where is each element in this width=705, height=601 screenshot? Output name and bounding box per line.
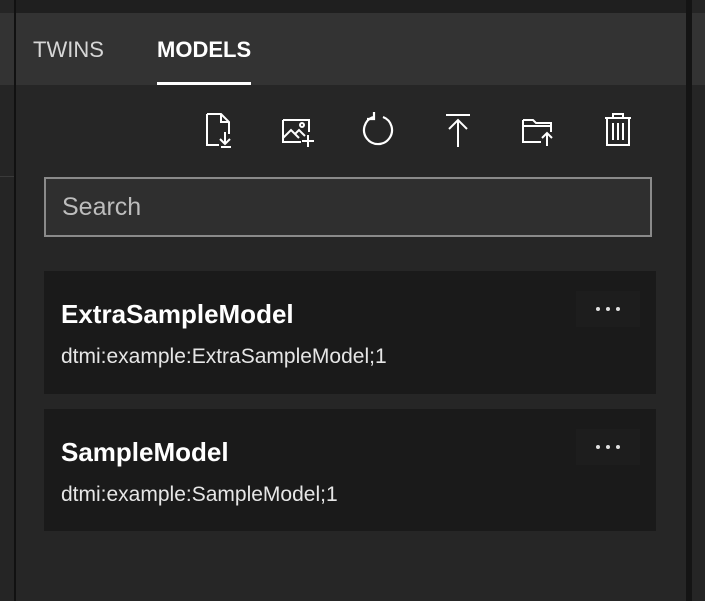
model-id: dtmi:example:ExtraSampleModel;1	[61, 345, 387, 368]
model-id: dtmi:example:SampleModel;1	[61, 483, 338, 506]
left-panel-tabbar	[0, 13, 14, 85]
model-name: ExtraSampleModel	[61, 299, 294, 329]
left-panel-divider	[0, 176, 14, 177]
tab-twins[interactable]: TWINS	[33, 13, 104, 85]
more-options-button[interactable]	[576, 429, 640, 465]
search-input[interactable]	[46, 179, 650, 235]
top-strip	[16, 0, 686, 13]
delete-all-button[interactable]	[596, 108, 640, 152]
delete-icon	[605, 113, 631, 146]
model-toolbar	[16, 108, 686, 152]
right-panel-tabbar	[692, 13, 705, 85]
tab-bar: TWINS MODELS	[16, 13, 686, 85]
upload-folder-button[interactable]	[516, 108, 560, 152]
left-side-panel	[0, 0, 14, 601]
right-side-panel	[692, 0, 705, 601]
import-image-button[interactable]	[276, 108, 320, 152]
import-model-button[interactable]	[196, 108, 240, 152]
model-panel: TWINS MODELS Search ExtraSampleModel dtm…	[16, 13, 686, 601]
tab-models[interactable]: MODELS	[157, 13, 252, 85]
import-model-icon	[206, 113, 231, 148]
ellipsis-icon	[596, 445, 620, 449]
ellipsis-icon	[596, 307, 620, 311]
model-item[interactable]: SampleModel dtmi:example:SampleModel;1	[44, 409, 656, 531]
search-box	[44, 177, 652, 237]
active-tab-indicator	[157, 82, 252, 85]
tab-models-label: MODELS	[157, 37, 252, 62]
more-options-button[interactable]	[576, 291, 640, 327]
model-name: SampleModel	[61, 437, 229, 467]
model-item[interactable]: ExtraSampleModel dtmi:example:ExtraSampl…	[44, 271, 656, 394]
upload-icon	[446, 114, 470, 147]
upload-models-button[interactable]	[436, 108, 480, 152]
refresh-button[interactable]	[356, 108, 400, 152]
upload-folder-icon	[522, 119, 553, 146]
refresh-icon	[362, 112, 394, 146]
import-image-icon	[282, 119, 314, 147]
